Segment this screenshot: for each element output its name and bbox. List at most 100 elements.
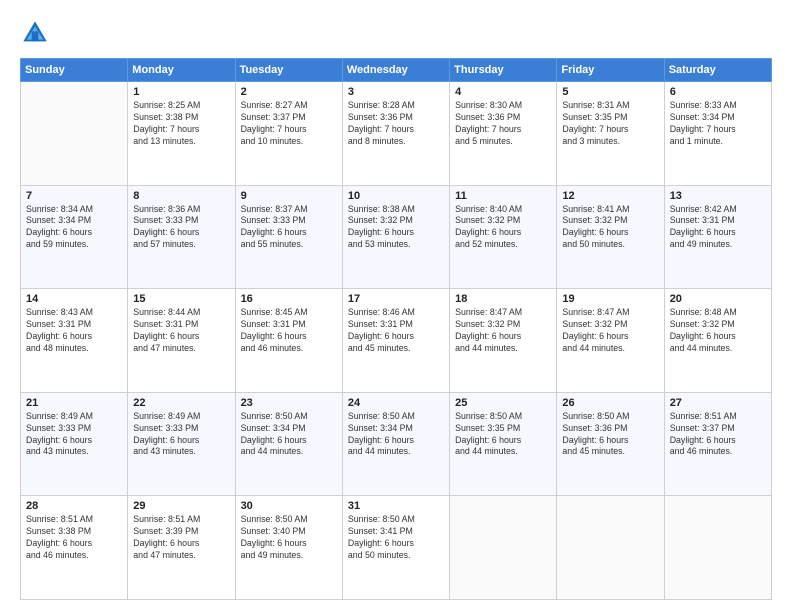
calendar-week-row: 21 Sunrise: 8:49 AMSunset: 3:33 PMDayligh… (21, 392, 772, 496)
day-number: 13 (670, 190, 766, 202)
day-number: 11 (455, 190, 551, 202)
calendar-cell: 23 Sunrise: 8:50 AMSunset: 3:34 PMDayligh… (235, 392, 342, 496)
day-number: 25 (455, 397, 551, 409)
day-number: 10 (348, 190, 444, 202)
calendar-cell: 24 Sunrise: 8:50 AMSunset: 3:34 PMDayligh… (342, 392, 449, 496)
day-info: Sunrise: 8:42 AMSunset: 3:31 PMDaylight:… (670, 204, 766, 252)
day-info: Sunrise: 8:25 AMSunset: 3:38 PMDaylight:… (133, 100, 229, 148)
calendar-cell: 8 Sunrise: 8:36 AMSunset: 3:33 PMDaylight… (128, 185, 235, 289)
weekday-header-tuesday: Tuesday (235, 59, 342, 82)
day-number: 8 (133, 190, 229, 202)
calendar-header: SundayMondayTuesdayWednesdayThursdayFrid… (21, 59, 772, 82)
day-info: Sunrise: 8:45 AMSunset: 3:31 PMDaylight:… (241, 307, 337, 355)
calendar-cell: 27 Sunrise: 8:51 AMSunset: 3:37 PMDayligh… (664, 392, 771, 496)
calendar-cell (557, 496, 664, 600)
day-info: Sunrise: 8:50 AMSunset: 3:40 PMDaylight:… (241, 514, 337, 562)
day-number: 7 (26, 190, 122, 202)
day-number: 4 (455, 86, 551, 98)
day-number: 21 (26, 397, 122, 409)
calendar-week-row: 1 Sunrise: 8:25 AMSunset: 3:38 PMDaylight… (21, 82, 772, 186)
day-info: Sunrise: 8:34 AMSunset: 3:34 PMDaylight:… (26, 204, 122, 252)
day-info: Sunrise: 8:43 AMSunset: 3:31 PMDaylight:… (26, 307, 122, 355)
day-info: Sunrise: 8:36 AMSunset: 3:33 PMDaylight:… (133, 204, 229, 252)
day-info: Sunrise: 8:31 AMSunset: 3:35 PMDaylight:… (562, 100, 658, 148)
day-info: Sunrise: 8:41 AMSunset: 3:32 PMDaylight:… (562, 204, 658, 252)
calendar-cell: 6Sunrise: 8:33 AMSunset: 3:34 PMDaylight… (664, 82, 771, 186)
day-number: 19 (562, 293, 658, 305)
calendar-cell (664, 496, 771, 600)
calendar-table: SundayMondayTuesdayWednesdayThursdayFrid… (20, 58, 772, 600)
page: SundayMondayTuesdayWednesdayThursdayFrid… (0, 0, 792, 612)
day-number: 17 (348, 293, 444, 305)
day-number: 24 (348, 397, 444, 409)
calendar-cell: 11 Sunrise: 8:40 AMSunset: 3:32 PMDayligh… (450, 185, 557, 289)
calendar-cell: 7 Sunrise: 8:34 AMSunset: 3:34 PMDaylight… (21, 185, 128, 289)
weekday-header-wednesday: Wednesday (342, 59, 449, 82)
day-info: Sunrise: 8:50 AMSunset: 3:41 PMDaylight:… (348, 514, 444, 562)
day-number: 22 (133, 397, 229, 409)
day-info: Sunrise: 8:50 AMSunset: 3:36 PMDaylight:… (562, 411, 658, 459)
calendar-cell (450, 496, 557, 600)
day-info: Sunrise: 8:49 AMSunset: 3:33 PMDaylight:… (133, 411, 229, 459)
day-info: Sunrise: 8:47 AMSunset: 3:32 PMDaylight:… (562, 307, 658, 355)
day-number: 20 (670, 293, 766, 305)
day-number: 6 (670, 86, 766, 98)
calendar-cell: 19 Sunrise: 8:47 AMSunset: 3:32 PMDayligh… (557, 289, 664, 393)
day-info: Sunrise: 8:50 AMSunset: 3:34 PMDaylight:… (348, 411, 444, 459)
day-info: Sunrise: 8:30 AMSunset: 3:36 PMDaylight:… (455, 100, 551, 148)
weekday-header-friday: Friday (557, 59, 664, 82)
calendar-cell: 28 Sunrise: 8:51 AMSunset: 3:38 PMDayligh… (21, 496, 128, 600)
day-info: Sunrise: 8:49 AMSunset: 3:33 PMDaylight:… (26, 411, 122, 459)
calendar-cell: 22 Sunrise: 8:49 AMSunset: 3:33 PMDayligh… (128, 392, 235, 496)
day-number: 28 (26, 500, 122, 512)
calendar-body: 1 Sunrise: 8:25 AMSunset: 3:38 PMDaylight… (21, 82, 772, 600)
day-number: 1 (133, 86, 229, 98)
logo (20, 18, 54, 48)
calendar-cell: 3 Sunrise: 8:28 AMSunset: 3:36 PMDaylight… (342, 82, 449, 186)
weekday-header-row: SundayMondayTuesdayWednesdayThursdayFrid… (21, 59, 772, 82)
day-number: 16 (241, 293, 337, 305)
day-number: 27 (670, 397, 766, 409)
calendar-cell (21, 82, 128, 186)
calendar-cell: 29 Sunrise: 8:51 AMSunset: 3:39 PMDayligh… (128, 496, 235, 600)
day-info: Sunrise: 8:50 AMSunset: 3:35 PMDaylight:… (455, 411, 551, 459)
day-info: Sunrise: 8:40 AMSunset: 3:32 PMDaylight:… (455, 204, 551, 252)
day-info: Sunrise: 8:50 AMSunset: 3:34 PMDaylight:… (241, 411, 337, 459)
calendar-cell: 18 Sunrise: 8:47 AMSunset: 3:32 PMDayligh… (450, 289, 557, 393)
day-info: Sunrise: 8:47 AMSunset: 3:32 PMDaylight:… (455, 307, 551, 355)
day-info: Sunrise: 8:37 AMSunset: 3:33 PMDaylight:… (241, 204, 337, 252)
day-info: Sunrise: 8:28 AMSunset: 3:36 PMDaylight:… (348, 100, 444, 148)
day-info: Sunrise: 8:51 AMSunset: 3:38 PMDaylight:… (26, 514, 122, 562)
day-number: 5 (562, 86, 658, 98)
calendar-cell: 10Sunrise: 8:38 AMSunset: 3:32 PMDayligh… (342, 185, 449, 289)
calendar-cell: 17Sunrise: 8:46 AMSunset: 3:31 PMDayligh… (342, 289, 449, 393)
calendar-cell: 14 Sunrise: 8:43 AMSunset: 3:31 PMDayligh… (21, 289, 128, 393)
calendar-cell: 4 Sunrise: 8:30 AMSunset: 3:36 PMDaylight… (450, 82, 557, 186)
day-number: 3 (348, 86, 444, 98)
header (20, 18, 772, 48)
day-number: 2 (241, 86, 337, 98)
calendar-cell: 1 Sunrise: 8:25 AMSunset: 3:38 PMDaylight… (128, 82, 235, 186)
day-info: Sunrise: 8:51 AMSunset: 3:39 PMDaylight:… (133, 514, 229, 562)
day-info: Sunrise: 8:51 AMSunset: 3:37 PMDaylight:… (670, 411, 766, 459)
calendar-cell: 5 Sunrise: 8:31 AMSunset: 3:35 PMDaylight… (557, 82, 664, 186)
day-number: 12 (562, 190, 658, 202)
calendar-cell: 31 Sunrise: 8:50 AMSunset: 3:41 PMDayligh… (342, 496, 449, 600)
day-number: 14 (26, 293, 122, 305)
calendar-week-row: 7 Sunrise: 8:34 AMSunset: 3:34 PMDaylight… (21, 185, 772, 289)
calendar-cell: 26 Sunrise: 8:50 AMSunset: 3:36 PMDayligh… (557, 392, 664, 496)
calendar-cell: 21 Sunrise: 8:49 AMSunset: 3:33 PMDayligh… (21, 392, 128, 496)
calendar-cell: 16 Sunrise: 8:45 AMSunset: 3:31 PMDayligh… (235, 289, 342, 393)
day-number: 26 (562, 397, 658, 409)
calendar-cell: 9Sunrise: 8:37 AMSunset: 3:33 PMDaylight… (235, 185, 342, 289)
day-number: 23 (241, 397, 337, 409)
calendar-week-row: 28 Sunrise: 8:51 AMSunset: 3:38 PMDayligh… (21, 496, 772, 600)
day-info: Sunrise: 8:44 AMSunset: 3:31 PMDaylight:… (133, 307, 229, 355)
weekday-header-monday: Monday (128, 59, 235, 82)
calendar-week-row: 14 Sunrise: 8:43 AMSunset: 3:31 PMDayligh… (21, 289, 772, 393)
day-number: 18 (455, 293, 551, 305)
logo-icon (20, 18, 50, 48)
calendar-cell: 30Sunrise: 8:50 AMSunset: 3:40 PMDayligh… (235, 496, 342, 600)
day-number: 29 (133, 500, 229, 512)
day-number: 31 (348, 500, 444, 512)
